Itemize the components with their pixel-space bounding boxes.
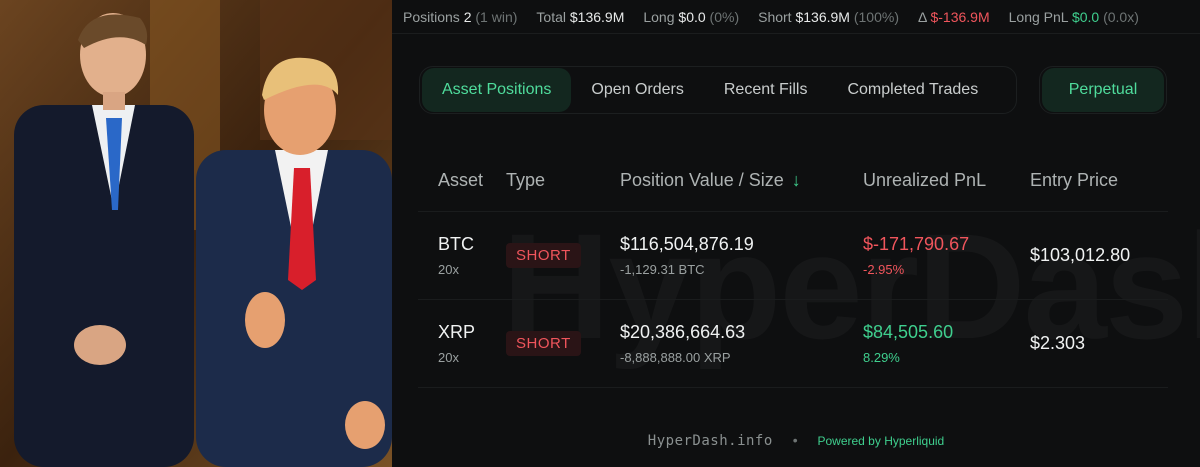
stat-value: $-136.9M <box>930 8 990 25</box>
stat-label: Δ <box>917 8 927 25</box>
cell-type: SHORT <box>506 243 620 268</box>
tab-recent-fills[interactable]: Recent Fills <box>704 68 828 112</box>
header-position-value-label: Position Value / Size <box>620 170 784 190</box>
stat-value: $0.0 <box>1071 8 1100 25</box>
footer-separator: • <box>792 432 798 448</box>
tab-open-orders[interactable]: Open Orders <box>571 68 703 112</box>
asset-leverage: 20x <box>438 262 459 277</box>
cell-position-value: $116,504,876.19 -1,129.31 BTC <box>620 234 863 277</box>
stat-value: 2 <box>463 8 472 25</box>
stat-label: Positions <box>403 8 460 25</box>
short-badge: SHORT <box>506 243 581 268</box>
positions-table: Asset Type Position Value / Size ↓ Unreal… <box>418 150 1168 388</box>
position-value: $116,504,876.19 <box>620 234 754 254</box>
entry-price: $103,012.80 <box>1030 245 1131 265</box>
table-header: Asset Type Position Value / Size ↓ Unreal… <box>418 150 1168 212</box>
table-row[interactable]: BTC 20x SHORT $116,504,876.19 -1,129.31 … <box>418 212 1168 300</box>
powered-by-link[interactable]: Powered by Hyperliquid <box>817 434 944 448</box>
asset-symbol: BTC <box>438 234 474 254</box>
stats-bar: Positions 2 (1 win) Total $136.9M Long $… <box>392 0 1200 34</box>
stat-value: $0.0 <box>678 8 706 25</box>
header-position-value[interactable]: Position Value / Size ↓ <box>620 170 863 191</box>
perpetual-toggle-button[interactable]: Perpetual <box>1042 68 1164 112</box>
stat-positions: Positions 2 (1 win) <box>403 9 517 25</box>
cell-entry-price: $103,012.80 <box>1030 245 1168 266</box>
tab-completed-trades[interactable]: Completed Trades <box>827 68 998 112</box>
asset-leverage: 20x <box>438 350 459 365</box>
people-photo <box>0 0 392 467</box>
stat-long-pnl: Long PnL $0.0 (0.0x) <box>1009 9 1139 25</box>
pnl-value: $-171,790.67 <box>863 234 970 254</box>
stat-label: Total <box>536 8 566 25</box>
pnl-percent: -2.95% <box>863 262 905 277</box>
short-badge: SHORT <box>506 331 581 356</box>
tab-bar: Asset Positions Open Orders Recent Fills… <box>419 66 1017 114</box>
stat-sub: (100%) <box>853 8 899 25</box>
cell-position-value: $20,386,664.63 -8,888,888.00 XRP <box>620 322 863 365</box>
entry-price: $2.303 <box>1030 333 1086 353</box>
cell-asset: BTC 20x <box>418 234 506 277</box>
footer: HyperDash.info • Powered by Hyperliquid <box>392 432 1200 449</box>
stat-long: Long $0.0 (0%) <box>643 9 739 25</box>
stat-sub: (0.0x) <box>1103 8 1139 25</box>
header-unrealized-pnl[interactable]: Unrealized PnL <box>863 170 1030 191</box>
stat-sub: (1 win) <box>475 8 518 25</box>
position-size: -1,129.31 BTC <box>620 262 705 277</box>
asset-symbol: XRP <box>438 322 476 342</box>
stat-short: Short $136.9M (100%) <box>758 9 899 25</box>
header-type[interactable]: Type <box>506 170 620 191</box>
pnl-percent: 8.29% <box>863 350 900 365</box>
stat-sub: (0%) <box>709 8 740 25</box>
tab-asset-positions[interactable]: Asset Positions <box>422 68 572 112</box>
position-value: $20,386,664.63 <box>620 322 746 342</box>
stat-delta: Δ $-136.9M <box>918 9 990 25</box>
stat-label: Long PnL <box>1008 8 1069 25</box>
stat-value: $136.9M <box>569 8 625 25</box>
stat-label: Long <box>643 8 675 25</box>
cell-unrealized-pnl: $-171,790.67 -2.95% <box>863 234 1030 277</box>
stat-value: $136.9M <box>795 8 850 25</box>
cell-type: SHORT <box>506 331 620 356</box>
position-size: -8,888,888.00 XRP <box>620 350 731 365</box>
stat-total: Total $136.9M <box>536 9 624 25</box>
footer-brand-link[interactable]: HyperDash.info <box>648 433 773 449</box>
pnl-value: $84,505.60 <box>863 322 954 342</box>
stat-label: Short <box>758 8 792 25</box>
sort-down-icon: ↓ <box>791 170 801 190</box>
cell-unrealized-pnl: $84,505.60 8.29% <box>863 322 1030 365</box>
market-toggle: Perpetual <box>1039 66 1167 114</box>
cell-asset: XRP 20x <box>418 322 506 365</box>
table-row[interactable]: XRP 20x SHORT $20,386,664.63 -8,888,888.… <box>418 300 1168 388</box>
dashboard: Positions 2 (1 win) Total $136.9M Long $… <box>392 0 1200 467</box>
cell-entry-price: $2.303 <box>1030 333 1168 354</box>
photo-panel <box>0 0 392 467</box>
header-entry-price[interactable]: Entry Price <box>1030 170 1168 191</box>
header-asset[interactable]: Asset <box>418 170 506 191</box>
